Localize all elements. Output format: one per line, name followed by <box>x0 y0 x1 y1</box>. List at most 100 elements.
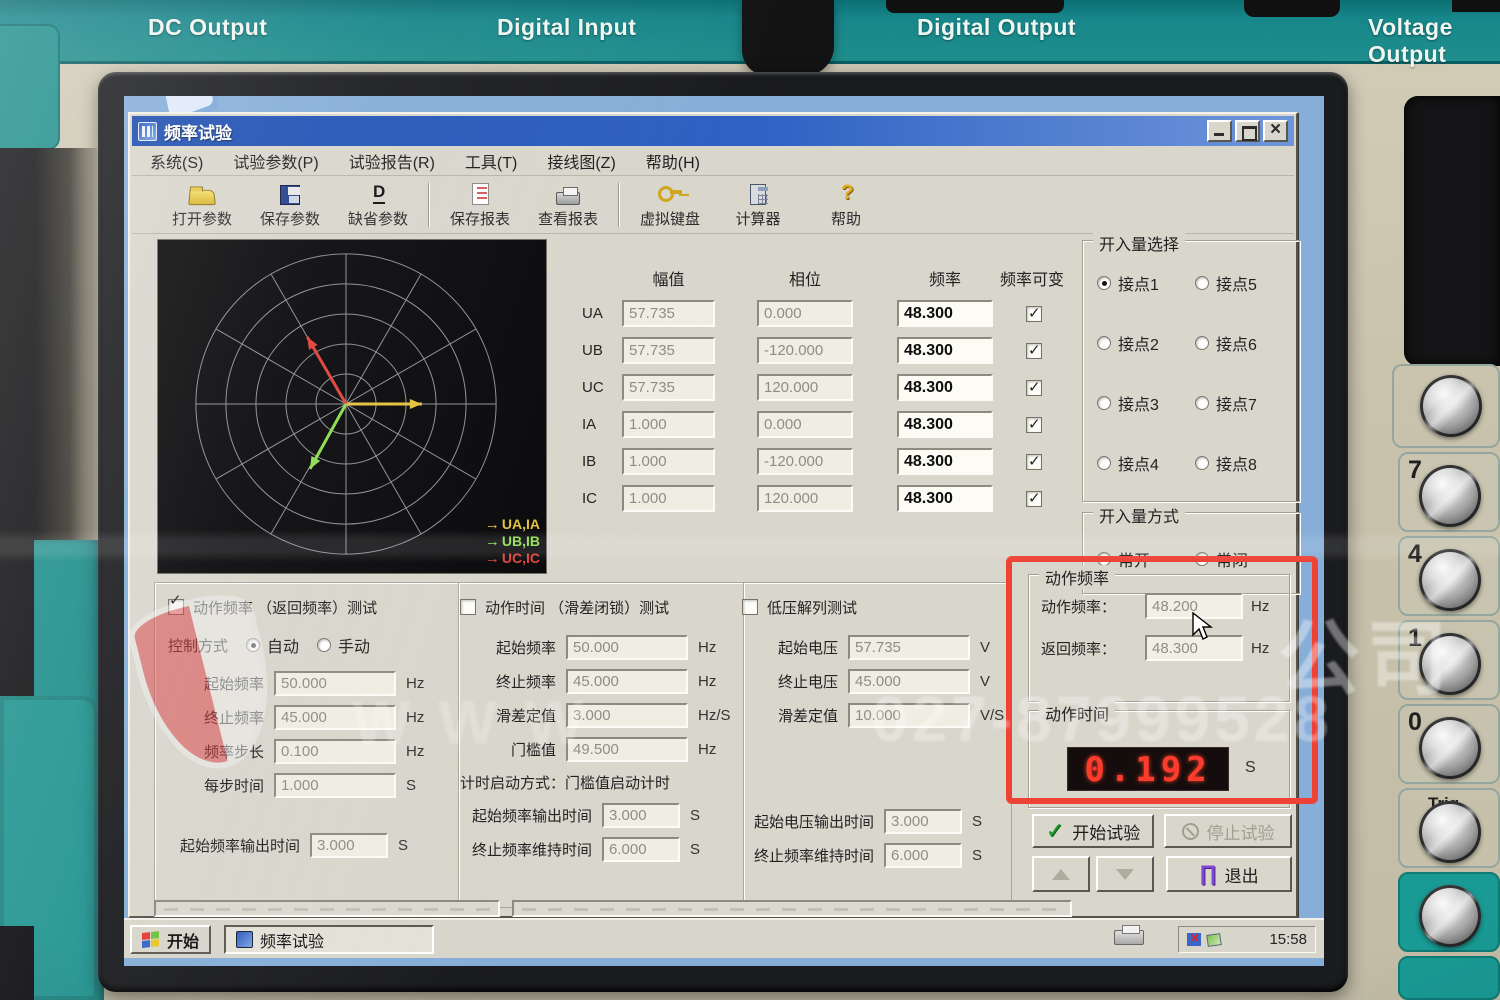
column-header: 相位 <box>788 272 821 289</box>
radio-手动[interactable]: 手动 <box>317 633 370 657</box>
frequency-field-IB[interactable]: 48.300 <box>897 448 993 475</box>
param-unit: V <box>980 638 991 656</box>
toolbar-open-folder-button[interactable]: 打开参数 <box>158 177 246 233</box>
maximize-button[interactable] <box>1235 120 1260 142</box>
phase-field-UA[interactable]: 0.000 <box>757 300 853 327</box>
param-field[interactable]: 49.500 <box>566 736 688 762</box>
menu-item-3[interactable]: 试验报告(R) <box>349 149 435 173</box>
start-button[interactable]: 开始 <box>130 925 212 954</box>
phase-field-UC[interactable]: 120.000 <box>757 374 853 401</box>
amplitude-field-UC[interactable]: 57.735 <box>622 374 715 401</box>
phase-field-IB[interactable]: -120.000 <box>757 448 853 475</box>
printer-icon[interactable] <box>1114 925 1144 945</box>
param-field[interactable]: 3.000 <box>884 808 962 834</box>
amplitude-field-IB[interactable]: 1.000 <box>622 448 715 475</box>
phase-field-IA[interactable]: 0.000 <box>757 411 853 438</box>
phase-field-IC[interactable]: 120.000 <box>757 485 853 512</box>
frequency-field-UC[interactable]: 48.300 <box>897 374 993 401</box>
menu-item-1[interactable]: 系统(S) <box>150 149 203 173</box>
frequency-field-UA[interactable]: 48.300 <box>897 300 993 327</box>
radio-接点8[interactable]: 接点8 <box>1195 451 1257 475</box>
radio-接点6[interactable]: 接点6 <box>1195 331 1257 355</box>
amplitude-field-UB[interactable]: 57.735 <box>622 337 715 364</box>
window-title: 频率试验 <box>164 123 232 143</box>
radio-接点5[interactable]: 接点5 <box>1195 271 1257 295</box>
toolbar-default-d-button[interactable]: 缺省参数 <box>334 177 422 233</box>
radio-接点4[interactable]: 接点4 <box>1097 451 1159 475</box>
toolbar-key-button[interactable]: 虚拟键盘 <box>626 177 714 233</box>
radio-icon <box>1195 456 1209 470</box>
time-test-checkbox[interactable] <box>460 599 476 615</box>
frequency-field-IA[interactable]: 48.300 <box>897 411 993 438</box>
radio-自动[interactable]: 自动 <box>246 633 299 657</box>
freq-variable-checkbox-IB[interactable] <box>1026 452 1042 470</box>
scroll-up-button[interactable] <box>1032 856 1090 892</box>
radio-接点3[interactable]: 接点3 <box>1097 391 1159 415</box>
param-field[interactable]: 6.000 <box>884 842 962 868</box>
param-field[interactable]: 45.000 <box>566 668 688 694</box>
param-field[interactable]: 3.000 <box>310 832 388 858</box>
exit-icon <box>1199 862 1216 886</box>
param-field[interactable]: 3.000 <box>602 802 680 828</box>
taskbar-item-app[interactable]: 频率试验 <box>224 925 434 954</box>
minimize-button[interactable] <box>1207 120 1232 142</box>
radio-接点2[interactable]: 接点2 <box>1097 331 1159 355</box>
toolbar-document-button[interactable]: 保存报表 <box>436 177 524 233</box>
toolbar-help-button[interactable]: 帮助 <box>802 177 890 233</box>
highlight-box <box>1006 556 1318 804</box>
param-unit: V <box>980 672 991 690</box>
frequency-field-UB[interactable]: 48.300 <box>897 337 993 364</box>
param-field[interactable]: 6.000 <box>602 836 680 862</box>
amplitude-field-IA[interactable]: 1.000 <box>622 411 715 438</box>
param-unit: Hz <box>698 638 717 656</box>
voltage-test-checkbox[interactable] <box>742 599 758 615</box>
freq-variable-checkbox-IA[interactable] <box>1026 415 1042 433</box>
phasor-legend: → UA,IA → UB,IB → UC,IC <box>485 516 540 567</box>
menu-item-6[interactable]: 帮助(H) <box>646 149 700 173</box>
param-label: 起始频率输出时间 <box>471 807 592 825</box>
legend-item: → UA,IA <box>485 516 540 533</box>
freq-test-checkbox[interactable] <box>168 599 184 615</box>
stop-test-button[interactable]: 停止试验 <box>1164 814 1292 848</box>
app-icon <box>236 931 253 948</box>
scroll-down-button[interactable] <box>1096 856 1154 892</box>
toolbar-calc-button[interactable]: 计算器 <box>714 177 802 233</box>
param-field[interactable]: 45.000 <box>848 668 970 694</box>
param-field[interactable]: 3.000 <box>566 702 688 728</box>
tray-network-icon[interactable] <box>1187 930 1201 948</box>
param-row: 起始频率 50.000 Hz <box>460 630 730 664</box>
start-test-button[interactable]: 开始试验 <box>1032 814 1154 848</box>
control-mode-label: 控制方式 <box>168 637 229 655</box>
freq-variable-checkbox-UA[interactable] <box>1026 304 1042 322</box>
phase-field-UB[interactable]: -120.000 <box>757 337 853 364</box>
freq-variable-checkbox-UB[interactable] <box>1026 341 1042 359</box>
freq-variable-checkbox-IC[interactable] <box>1026 489 1042 507</box>
toolbar-floppy-button[interactable]: 保存参数 <box>246 177 334 233</box>
toolbar-printer-button[interactable]: 查看报表 <box>524 177 612 233</box>
radio-接点1[interactable]: 接点1 <box>1097 271 1159 295</box>
freq-variable-checkbox-UC[interactable] <box>1026 378 1042 396</box>
param-field[interactable]: 57.735 <box>848 634 970 660</box>
amplitude-field-UA[interactable]: 57.735 <box>622 300 715 327</box>
param-field[interactable]: 1.000 <box>274 772 396 798</box>
voltage-test-panel: 低压解列测试 起始电压 57.735 V 终止电压 45.000 V 滑差定值 10.000 V/… <box>742 594 1004 872</box>
param-field[interactable]: 10.000 <box>848 702 970 728</box>
tray-app-icon[interactable] <box>1206 932 1222 947</box>
radio-接点7[interactable]: 接点7 <box>1195 391 1257 415</box>
menu-item-2[interactable]: 试验参数(P) <box>233 149 318 173</box>
taskbar: 开始 频率试验 15:58 <box>124 918 1324 958</box>
exit-button[interactable]: 退出 <box>1166 856 1292 892</box>
param-field[interactable]: 0.100 <box>274 738 396 764</box>
close-button[interactable] <box>1263 119 1288 142</box>
checkbox-label: 动作频率 （返回频率）测试 <box>193 599 378 617</box>
radio-label: 接点7 <box>1216 397 1257 414</box>
param-label: 频率步长 <box>203 743 264 761</box>
frequency-field-IC[interactable]: 48.300 <box>897 485 993 512</box>
param-field[interactable]: 45.000 <box>274 704 396 730</box>
toolbar-label: 缺省参数 <box>347 211 408 228</box>
amplitude-field-IC[interactable]: 1.000 <box>622 485 715 512</box>
param-field[interactable]: 50.000 <box>274 670 396 696</box>
menu-item-4[interactable]: 工具(T) <box>465 149 517 173</box>
param-field[interactable]: 50.000 <box>566 634 688 660</box>
menu-item-5[interactable]: 接线图(Z) <box>547 149 615 173</box>
